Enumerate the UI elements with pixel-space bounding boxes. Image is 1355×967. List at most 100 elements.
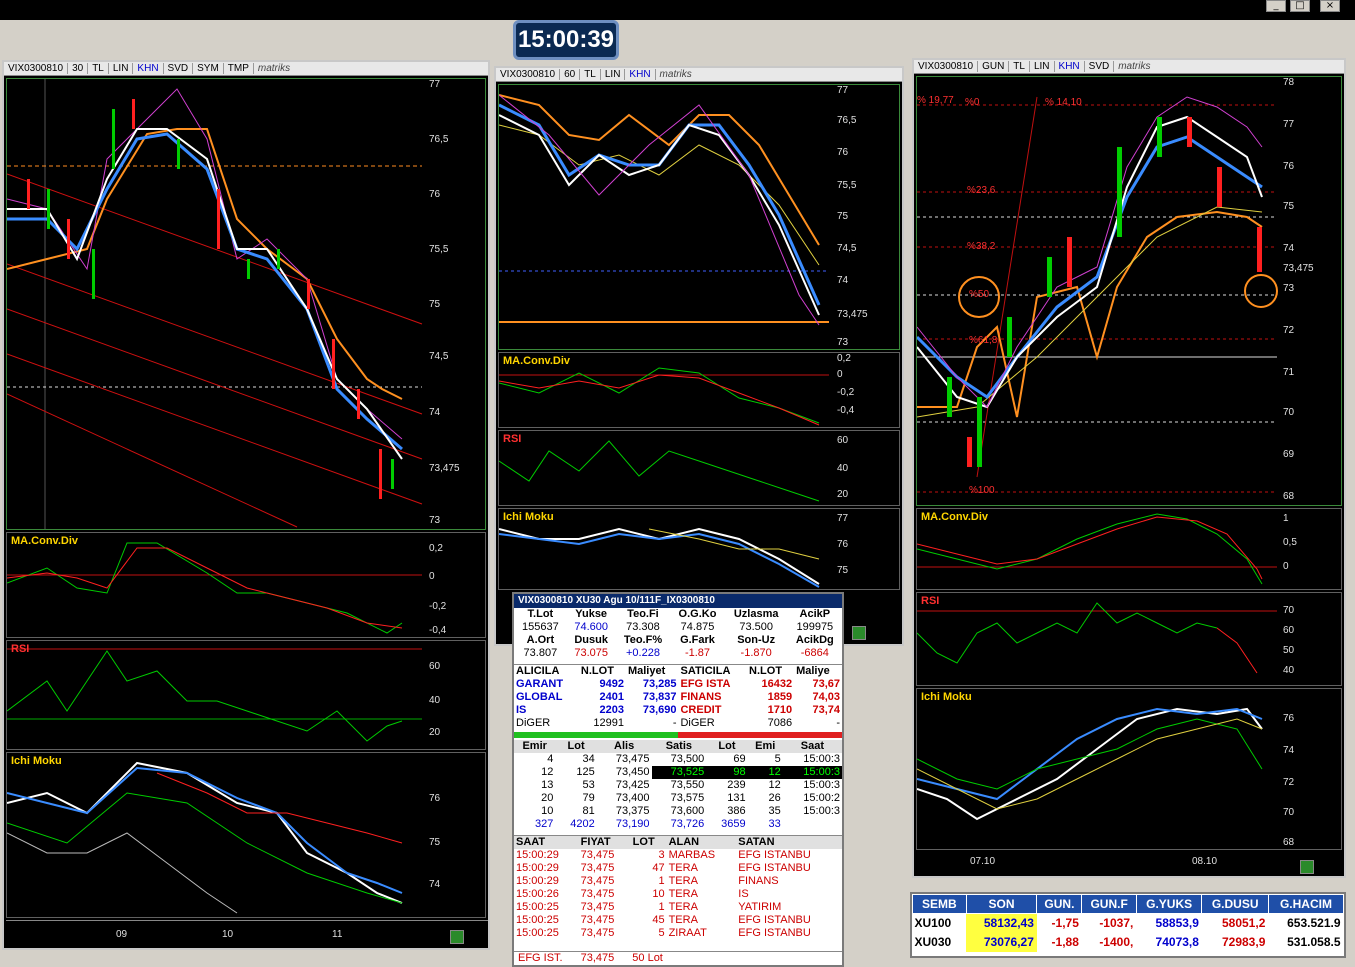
summary-value: 73.308 <box>626 621 660 633</box>
ichi-tick: 74 <box>1283 745 1295 756</box>
tool-tab-lin[interactable]: LIN <box>1030 61 1055 72</box>
depth-row[interactable]: 10 81 73,375 73,600 386 35 15:00:3 <box>514 805 842 818</box>
quote-row[interactable]: XU100 58132,43 -1,75 -1037, 58853,9 5805… <box>913 913 1344 933</box>
macd-panel[interactable]: MA.Conv.Div 0,2 0 -0,2 -0,4 <box>6 532 486 638</box>
summary-table: T.Lot Yukse Teo.Fi O.G.Ko Uzlasma AcikP … <box>514 608 842 660</box>
macd-panel[interactable]: MA.Conv.Div 1 0,5 0 <box>916 508 1342 590</box>
depth-row[interactable]: 4 34 73,475 73,500 69 5 15:00:3 <box>514 753 842 766</box>
trade-row[interactable]: 15:00:29 73,475 3 MARBAS EFG ISTANBU <box>514 849 842 862</box>
chart-window-right: VIX0300810 GUN TL LIN KHN SVD matriks % … <box>912 58 1346 878</box>
high-cell: 74073,8 <box>1155 935 1199 949</box>
tool-tab-svd[interactable]: SVD <box>1085 61 1115 72</box>
summary-header: Dusuk <box>574 634 608 646</box>
quote-header[interactable]: GUN. <box>1036 894 1083 914</box>
tool-tab-khn[interactable]: KHN <box>625 69 656 80</box>
price-chart[interactable]: 77 76,5 76 75,5 75 74,5 74 73,475 73 <box>498 84 900 350</box>
quote-header[interactable]: G.DUSU <box>1201 894 1269 914</box>
ichimoku-panel[interactable]: Ichi Moku 76 75 74 <box>6 752 486 918</box>
trade-header: LOT <box>632 836 655 848</box>
summary-value: 199975 <box>796 621 834 633</box>
trade-row[interactable]: 15:00:25 73,475 45 TERA EFG ISTANBU <box>514 914 842 927</box>
trade-row[interactable]: 15:00:29 73,475 1 TERA FINANS <box>514 875 842 888</box>
depth-row[interactable]: 20 79 73,400 73,575 131 26 15:00:2 <box>514 792 842 805</box>
fib-label: %100 <box>969 485 995 496</box>
broker-row[interactable]: IS 2203 73,690 CREDIT 1710 73,74 <box>514 704 842 717</box>
period-label[interactable]: 30 <box>68 63 89 74</box>
macd-label: MA.Conv.Div <box>11 535 79 547</box>
price-chart[interactable]: % 19,77 %0 % 14,10 %23,6 %38,2 %50 %61,8… <box>915 76 1342 506</box>
price-tick: 73 <box>1283 283 1295 294</box>
macd-tick: 0 <box>1283 561 1289 572</box>
buyer-cost: 73,285 <box>642 678 677 690</box>
last-price-tick: 73,475 <box>429 463 460 474</box>
tool-tab-svd[interactable]: SVD <box>164 63 194 74</box>
chart-window-left: VIX0300810 30 TL LIN KHN SVD SYM TMP mat… <box>2 60 490 950</box>
ichi-tick: 75 <box>429 837 441 848</box>
macd-label: MA.Conv.Div <box>921 511 989 523</box>
rsi-panel[interactable]: RSI 60 40 20 <box>6 640 486 750</box>
depth-row[interactable]: 13 53 73,425 73,550 239 12 15:00:3 <box>514 779 842 792</box>
fib-label: %61,8 <box>969 335 998 346</box>
ichi-tick: 77 <box>837 513 849 524</box>
rsi-label: RSI <box>921 595 940 607</box>
period-label[interactable]: GUN <box>978 61 1010 72</box>
rsi-panel[interactable]: RSI 70 60 50 40 <box>916 592 1342 686</box>
tool-tab-khn[interactable]: KHN <box>133 63 164 74</box>
tool-tab-khn[interactable]: KHN <box>1055 61 1085 72</box>
refresh-icon[interactable] <box>1300 860 1314 874</box>
close-button[interactable]: × <box>1320 0 1340 12</box>
tool-tab-tl[interactable]: TL <box>88 63 109 74</box>
maximize-button[interactable]: □ <box>1290 0 1310 12</box>
broker-row[interactable]: GARANT 9492 73,285 EFG ISTA 16432 73,67 <box>514 678 842 691</box>
brand-logo: matriks <box>659 69 692 80</box>
macd-tick: 1 <box>1283 513 1289 524</box>
broker-header: N.LOT <box>580 665 614 677</box>
tool-tab-tl[interactable]: TL <box>1009 61 1030 72</box>
tool-tab-tmp[interactable]: TMP <box>224 63 254 74</box>
quote-header[interactable]: G.YUKS <box>1135 894 1203 914</box>
tool-tab-tl[interactable]: TL <box>580 69 601 80</box>
refresh-icon[interactable] <box>852 626 866 640</box>
trade-row[interactable]: 15:00:29 73,475 47 TERA EFG ISTANBU <box>514 862 842 875</box>
symbol-label[interactable]: VIX0300810 <box>4 63 69 74</box>
price-tick: 77 <box>429 79 441 90</box>
seller-cost: 74,03 <box>812 691 840 703</box>
quote-header[interactable]: GUN.F <box>1081 894 1137 914</box>
quote-header[interactable]: SON <box>965 894 1038 914</box>
broker-row[interactable]: GLOBAL 2401 73,837 FINANS 1859 74,03 <box>514 691 842 704</box>
trade-row[interactable]: 15:00:25 73,475 5 ZIRAAT EFG ISTANBU <box>514 927 842 940</box>
order-book-title: VIX0300810 XU30 Agu 10/111F_IX0300810 <box>514 594 842 608</box>
ichimoku-panel[interactable]: Ichi Moku 77 76 75 <box>498 508 900 590</box>
price-tick: 74 <box>837 275 849 286</box>
rsi-panel[interactable]: RSI 60 40 20 <box>498 430 900 506</box>
ichimoku-plot <box>6 761 403 914</box>
symbol-label[interactable]: VIX0300810 <box>496 69 561 80</box>
refresh-icon[interactable] <box>450 930 464 944</box>
trade-row[interactable]: 15:00:26 73,475 10 TERA IS <box>514 888 842 901</box>
quote-row[interactable]: XU030 73076,27 -1,88 -1400, 74073,8 7298… <box>913 933 1344 952</box>
x-tick: 11 <box>332 929 343 940</box>
trade-header: ALAN <box>668 836 700 848</box>
price-chart[interactable]: 77 76,5 76 75,5 75 74,5 74 73,475 73 <box>6 78 486 530</box>
ichimoku-panel[interactable]: Ichi Moku 76 74 72 70 68 <box>916 688 1342 850</box>
fib-label: %0 <box>965 97 980 108</box>
tool-tab-lin[interactable]: LIN <box>109 63 134 74</box>
symbol-label[interactable]: VIX0300810 <box>914 61 979 72</box>
minimize-button[interactable]: _ <box>1266 0 1286 12</box>
depth-row[interactable]: 12 125 73,450 73,525 98 12 15:00:3 <box>514 766 842 779</box>
quote-header[interactable]: SEMB <box>912 894 967 914</box>
broker-row[interactable]: DiGER 12991 - DiGER 7086 - <box>514 717 842 730</box>
summary-header: AcikDg <box>795 634 834 646</box>
trade-row[interactable]: 15:00:25 73,475 1 TERA YATIRIM <box>514 901 842 914</box>
quote-header[interactable]: G.HACIM <box>1267 894 1345 914</box>
tool-tab-lin[interactable]: LIN <box>601 69 626 80</box>
price-tick: 78 <box>1283 77 1295 88</box>
macd-tick: -0,2 <box>837 387 855 398</box>
price-tick: 76 <box>429 189 441 200</box>
period-label[interactable]: 60 <box>560 69 581 80</box>
tool-tab-sym[interactable]: SYM <box>193 63 224 74</box>
footer-lot: 50 Lot <box>632 952 663 964</box>
buyer-lot: 9492 <box>599 678 624 690</box>
macd-panel[interactable]: MA.Conv.Div 0,2 0 -0,2 -0,4 <box>498 352 900 428</box>
rsi-label: RSI <box>503 433 522 445</box>
